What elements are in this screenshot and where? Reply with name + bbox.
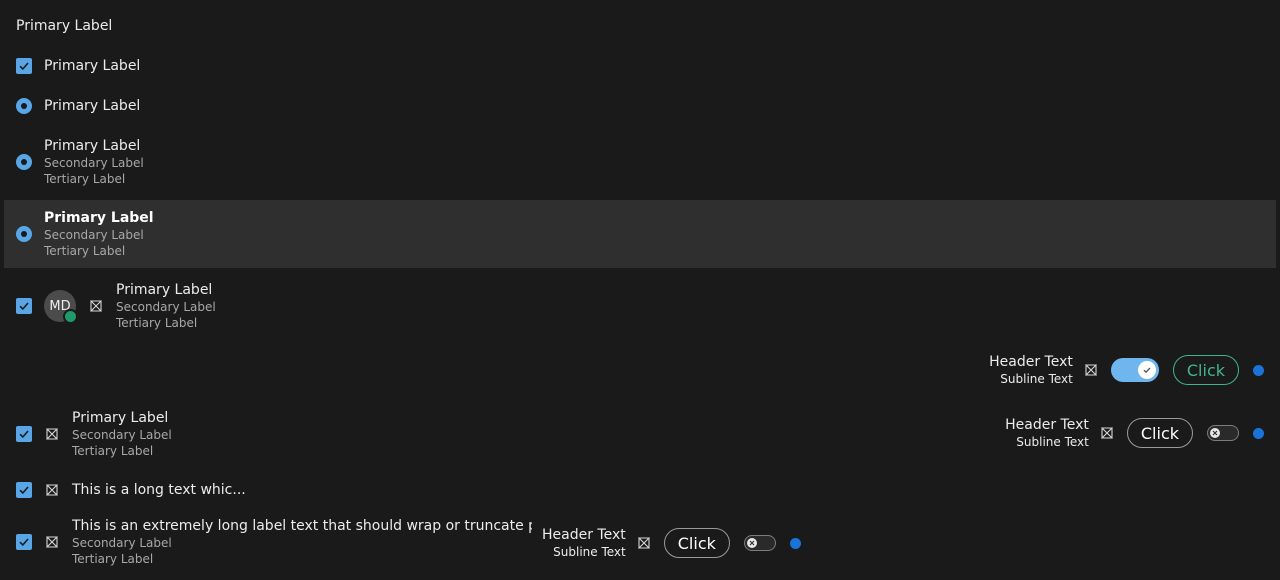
presence-status-dot <box>63 309 78 324</box>
trailing-controls: Header Text Subline Text Click <box>1005 416 1264 450</box>
radio-button[interactable] <box>16 226 32 242</box>
check-icon <box>19 430 29 439</box>
list-item[interactable]: This is an extremely long label text tha… <box>4 516 1276 568</box>
trailing-header: Header Text Subline Text <box>1005 416 1089 450</box>
list-item[interactable]: Primary Label <box>4 92 1276 120</box>
cross-x-icon <box>44 426 60 442</box>
checkbox[interactable] <box>16 534 32 550</box>
tertiary-label: Tertiary Label <box>72 444 154 458</box>
list-item-selected[interactable]: Primary Label Secondary Label Tertiary L… <box>4 200 1276 268</box>
cross-x-icon <box>1099 425 1115 441</box>
trailing-controls: Header Text Subline Text Click <box>989 353 1264 387</box>
cross-x-icon <box>636 535 652 551</box>
list-item[interactable]: Primary Label Secondary Label Tertiary L… <box>4 408 1276 460</box>
radio-button[interactable] <box>16 98 32 114</box>
subline-text: Subline Text <box>1016 435 1089 449</box>
check-icon <box>1143 367 1151 374</box>
close-icon <box>1212 430 1218 436</box>
list-demo: Primary Label Primary Label Primary Labe… <box>0 0 1280 580</box>
toggle-knob <box>1210 428 1220 438</box>
checkbox[interactable] <box>16 426 32 442</box>
label-stack: Primary Label Secondary Label Tertiary L… <box>44 209 154 259</box>
cross-x-icon <box>88 298 104 314</box>
tertiary-label: Tertiary Label <box>44 244 126 258</box>
secondary-label: Secondary Label <box>44 228 144 242</box>
list-item[interactable]: Primary Label Secondary Label Tertiary L… <box>4 136 1276 188</box>
label-stack: This is an extremely long label text tha… <box>72 517 532 567</box>
primary-label: Primary Label <box>44 138 141 154</box>
radio-dot <box>21 231 27 237</box>
check-icon <box>19 538 29 547</box>
header-text: Header Text <box>1005 417 1089 433</box>
primary-label: Primary Label <box>44 98 141 114</box>
list-item[interactable]: Primary Label <box>4 12 1276 40</box>
list-item[interactable]: This is a long text whic... <box>4 476 1276 504</box>
secondary-label: Secondary Label <box>72 428 172 442</box>
check-icon <box>19 302 29 311</box>
checkbox[interactable] <box>16 298 32 314</box>
radio-dot <box>21 103 27 109</box>
primary-label: Primary Label <box>44 210 154 226</box>
trailing-header: Header Text Subline Text <box>542 526 626 560</box>
status-indicator-dot <box>1253 427 1264 439</box>
tertiary-label: Tertiary Label <box>116 316 198 330</box>
secondary-label: Secondary Label <box>72 536 172 550</box>
checkbox[interactable] <box>16 58 32 74</box>
primary-label: Primary Label <box>16 18 113 34</box>
toggle-switch-off[interactable] <box>743 535 776 551</box>
primary-label: This is a long text whic... <box>72 482 246 498</box>
click-button[interactable]: Click <box>1172 355 1239 385</box>
trailing-header: Header Text Subline Text <box>989 353 1073 387</box>
trailing-controls: Header Text Subline Text Click <box>542 526 801 560</box>
primary-label: Primary Label <box>72 410 169 426</box>
subline-text: Subline Text <box>1000 372 1073 386</box>
primary-label: Primary Label <box>116 282 213 298</box>
click-button[interactable]: Click <box>1126 418 1193 448</box>
toggle-knob <box>1137 361 1156 379</box>
toggle-knob <box>746 538 757 548</box>
avatar: MD <box>44 290 78 324</box>
check-icon <box>19 62 29 71</box>
status-indicator-dot <box>789 537 801 549</box>
radio-dot <box>21 159 27 165</box>
toggle-switch-off[interactable] <box>1207 425 1239 441</box>
cross-x-icon <box>44 534 60 550</box>
label-stack: Primary Label Secondary Label Tertiary L… <box>116 281 216 331</box>
primary-label: Primary Label <box>44 58 141 74</box>
subline-text: Subline Text <box>553 545 626 559</box>
click-button[interactable]: Click <box>663 528 730 558</box>
tertiary-label: Tertiary Label <box>72 552 154 566</box>
tertiary-label: Tertiary Label <box>44 172 126 186</box>
check-icon <box>19 486 29 495</box>
status-indicator-dot <box>1253 364 1264 376</box>
checkbox[interactable] <box>16 482 32 498</box>
secondary-label: Secondary Label <box>116 300 216 314</box>
label-stack: Primary Label Secondary Label Tertiary L… <box>72 409 172 459</box>
radio-button[interactable] <box>16 154 32 170</box>
label-stack: Primary Label Secondary Label Tertiary L… <box>44 137 144 187</box>
toggle-switch-on[interactable] <box>1110 358 1159 382</box>
list-item[interactable]: Header Text Subline Text Click <box>4 344 1276 396</box>
list-item[interactable]: MD Primary Label Secondary Label Tertiar… <box>4 280 1276 332</box>
cross-x-icon <box>44 482 60 498</box>
header-text: Header Text <box>542 527 626 543</box>
list-item[interactable]: Primary Label <box>4 52 1276 80</box>
cross-x-icon <box>1083 362 1099 378</box>
secondary-label: Secondary Label <box>44 156 144 170</box>
primary-label: This is an extremely long label text tha… <box>72 518 532 534</box>
header-text: Header Text <box>989 354 1073 370</box>
close-icon <box>749 540 755 546</box>
